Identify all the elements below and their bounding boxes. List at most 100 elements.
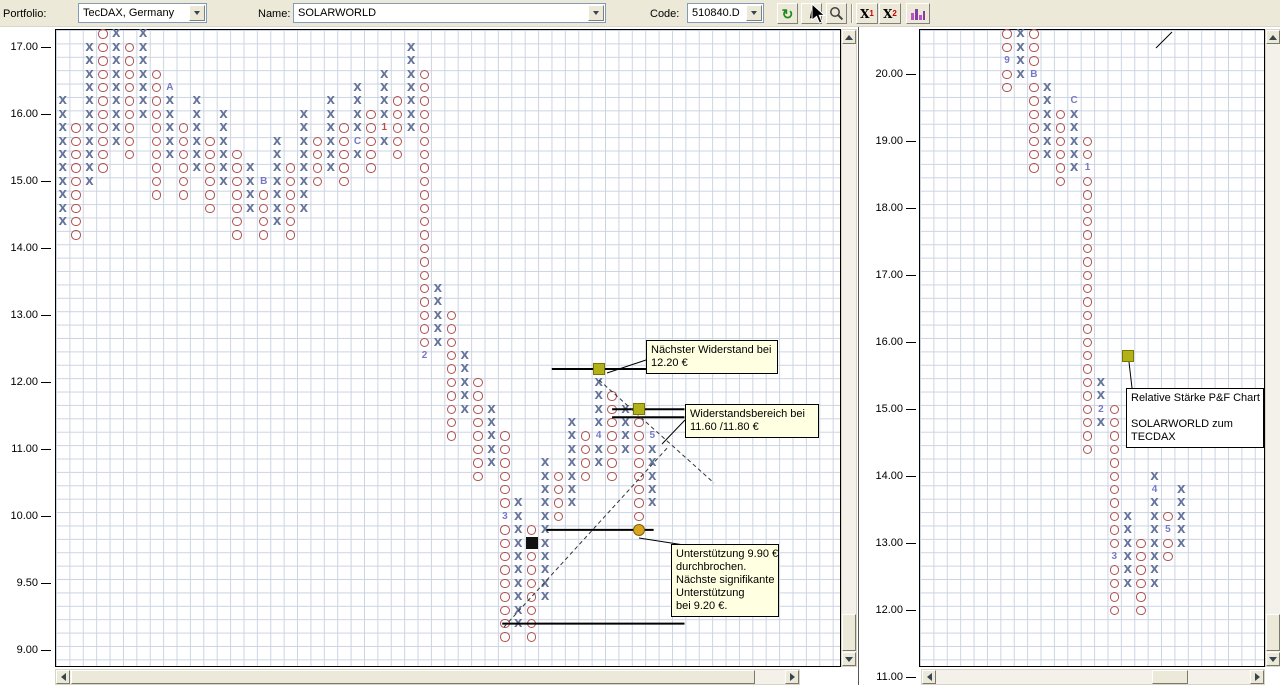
pf-x-symbol: X [404,121,417,134]
horizontal-scrollbar[interactable] [55,669,800,685]
pf-o-symbol [420,338,429,347]
chart-workspace: 17.0016.0015.0014.0013.0012.0011.0010.00… [0,27,1280,685]
portfolio-dropdown-button[interactable] [189,5,205,21]
pf-x-symbol: X [538,496,551,509]
zoom-button[interactable] [826,3,847,24]
pf-x-symbol: X [270,161,283,174]
vertical-scrollbar-thumb[interactable] [842,614,856,651]
scroll-left-button[interactable] [56,670,70,684]
horizontal-scrollbar-thumb[interactable] [1152,670,1188,684]
marker-olive[interactable] [633,403,645,415]
name-label: Name: [258,8,290,20]
pf-o-symbol [473,378,482,387]
name-dropdown-button[interactable] [588,5,604,21]
name-select[interactable]: SOLARWORLD [293,3,606,23]
vertical-scrollbar[interactable] [1265,29,1280,667]
refresh-button[interactable]: ↻ [777,3,798,24]
pf-x-symbol: X [1121,563,1134,576]
pf-o-symbol [1110,512,1119,521]
y-axis-tick: 12.00 [0,376,52,388]
pf-chart-2-button[interactable]: X2 [879,3,901,24]
pf-x-symbol: X [378,108,391,121]
pf-o-symbol [1083,324,1092,333]
pf-x-symbol: X [538,550,551,563]
pf-o-symbol [581,458,590,467]
marker-olive[interactable] [1122,350,1134,362]
pf-o-symbol [1163,552,1172,561]
pf-o-symbol [179,177,188,186]
pf-o-symbol [1083,230,1092,239]
arrow-right-icon [790,673,795,681]
pf-x-symbol: X [270,202,283,215]
y-axis-tick: 11.00 [0,443,52,455]
pf-x-symbol: X [136,54,149,67]
vertical-scrollbar[interactable] [841,29,857,667]
portfolio-select[interactable]: TecDAX, Germany [78,3,207,23]
pf-x-symbol: X [1148,577,1161,590]
pf-x-symbol: X [378,94,391,107]
pf-o-symbol [473,458,482,467]
pf-chart-1-subscript: 1 [869,9,873,18]
marker-olive[interactable] [593,363,605,375]
code-dropdown-button[interactable] [746,5,762,21]
pf-x-symbol: X [565,483,578,496]
marker-black[interactable] [526,537,538,549]
pf-x-symbol: X [1041,108,1054,121]
pf-chart-1-button[interactable]: X1 [856,3,878,24]
month-label: B [1027,68,1040,81]
pf-o-symbol [1083,364,1092,373]
pf-x-symbol: X [244,175,257,188]
scroll-left-button[interactable] [922,670,936,684]
pf-o-symbol [71,150,80,159]
pf-x-symbol: X [458,403,471,416]
pf-o-symbol [607,458,616,467]
pf-chart-relative-strength[interactable]: 9XXXXBXXXXXXXXXXXC1X2XX3XXXXXXXXXXXXX4X5… [919,29,1265,667]
horizontal-scrollbar-thumb[interactable] [71,670,755,684]
pf-o-symbol [447,338,456,347]
pf-o-symbol [1110,472,1119,481]
pf-chart-main[interactable]: XXXXXXXXXXXXXXXXXXXXXXXXXXXXXXXXXXXXXXXX… [55,29,841,667]
pf-o-symbol [420,137,429,146]
vertical-scrollbar-thumb[interactable] [1266,614,1280,651]
pf-o-symbol [1056,123,1065,132]
pf-x-symbol: X [1121,577,1134,590]
scroll-down-button[interactable] [1266,652,1280,666]
scroll-right-button[interactable] [785,670,799,684]
pf-o-symbol [152,70,161,79]
pf-x-symbol: X [110,81,123,94]
pf-o-symbol [1083,405,1092,414]
pf-x-symbol: X [1067,148,1080,161]
pf-o-symbol [1083,338,1092,347]
horizontal-scrollbar[interactable] [921,669,1265,685]
scroll-up-button[interactable] [842,30,856,44]
scroll-up-button[interactable] [1266,30,1280,44]
pf-x-symbol: X [324,94,337,107]
pf-o-symbol [1110,458,1119,467]
scroll-right-button[interactable] [1250,670,1264,684]
pf-x-symbol: X [56,188,69,201]
pf-x-symbol: X [190,161,203,174]
pf-o-symbol [473,405,482,414]
pf-o-symbol [1029,110,1038,119]
arrow-left-icon [927,673,932,681]
pf-x-symbol: X [1094,416,1107,429]
pf-x-symbol: X [1148,523,1161,536]
code-select[interactable]: 510840.D [687,3,764,23]
pf-o-symbol [152,190,161,199]
pf-x-symbol: X [217,175,230,188]
relative-strength-panel: 20.0019.0018.0017.0016.0015.0014.0013.00… [858,27,1280,685]
pf-x-symbol: X [1175,537,1188,550]
histogram-view-button[interactable] [906,3,930,24]
pf-o-symbol [420,123,429,132]
pf-x-symbol: X [324,108,337,121]
y-axis-tick: 17.00 [867,269,917,281]
arrow-left-icon [61,673,66,681]
pf-x-symbol: X [83,94,96,107]
scroll-down-button[interactable] [842,652,856,666]
pf-x-symbol: X [1014,27,1027,40]
annotation-callout: Unterstützung 9.90 €durchbrochen.Nächste… [671,544,779,617]
pf-o-symbol [1110,539,1119,548]
marker-gold[interactable] [633,524,645,536]
pf-x-symbol: X [592,389,605,402]
y-axis-tick: 9.50 [0,577,52,589]
